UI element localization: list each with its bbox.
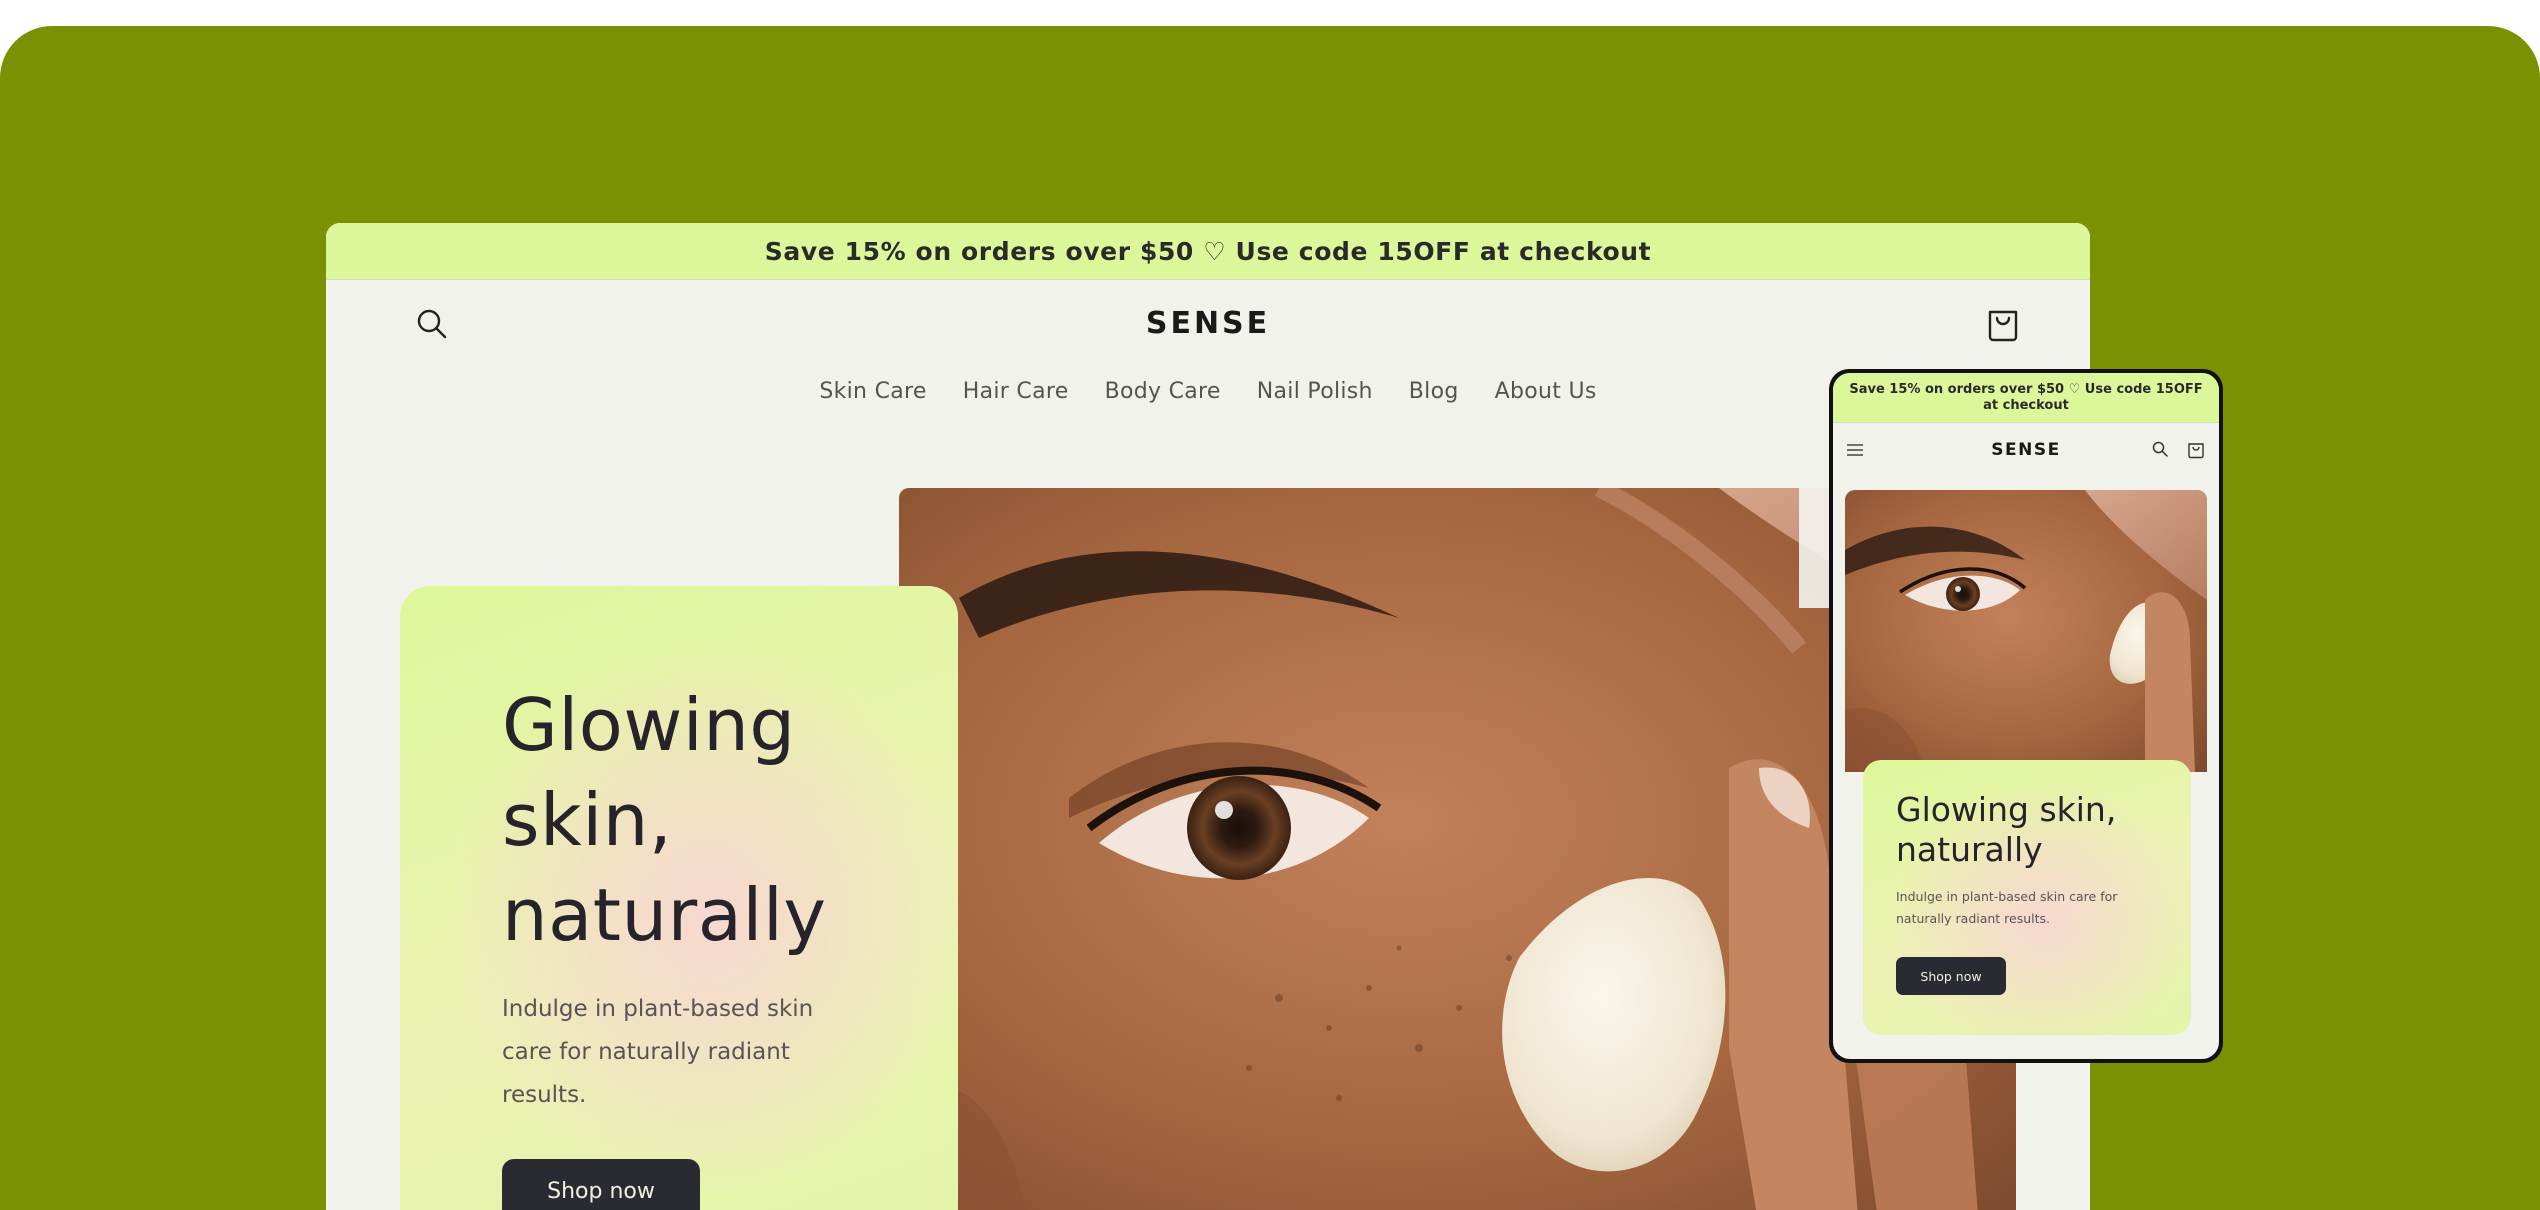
main-nav: Skin Care Hair Care Body Care Nail Polis… xyxy=(326,379,2090,404)
mobile-screen: Save 15% on orders over $50 ♡ Use code 1… xyxy=(1833,373,2219,1059)
nav-item-hair-care[interactable]: Hair Care xyxy=(963,379,1069,404)
cart-icon[interactable] xyxy=(2187,439,2205,459)
mobile-storefront: Save 15% on orders over $50 ♡ Use code 1… xyxy=(1829,369,2223,1063)
shop-now-button[interactable]: Shop now xyxy=(502,1159,700,1210)
announcement-bar[interactable]: Save 15% on orders over $50 ♡ Use code 1… xyxy=(326,223,2090,280)
nav-item-nail-polish[interactable]: Nail Polish xyxy=(1257,379,1373,404)
nav-item-body-care[interactable]: Body Care xyxy=(1105,379,1221,404)
cart-icon[interactable] xyxy=(1985,302,2021,342)
promo-stage: Save 15% on orders over $50 ♡ Use code 1… xyxy=(0,26,2540,1210)
mobile-hero-title: Glowing skin, naturally xyxy=(1896,790,2117,869)
search-icon[interactable] xyxy=(2151,440,2169,458)
mobile-hero-image xyxy=(1845,490,2207,772)
nav-item-skin-care[interactable]: Skin Care xyxy=(819,379,926,404)
mobile-announcement-bar[interactable]: Save 15% on orders over $50 ♡ Use code 1… xyxy=(1833,373,2219,423)
mobile-hero-subtitle: Indulge in plant-based skin care for nat… xyxy=(1896,889,2118,926)
hero-card: Glowing skin, naturally Indulge in plant… xyxy=(400,586,958,1210)
nav-item-blog[interactable]: Blog xyxy=(1409,379,1459,404)
desktop-storefront: Save 15% on orders over $50 ♡ Use code 1… xyxy=(326,223,2090,1210)
hero-title: Glowing skin, naturally xyxy=(502,683,827,957)
nav-item-about-us[interactable]: About Us xyxy=(1495,379,1597,404)
site-logo[interactable]: SENSE xyxy=(326,306,2090,341)
mobile-shop-now-button[interactable]: Shop now xyxy=(1896,957,2006,995)
site-header: SENSE xyxy=(326,280,2090,380)
hero-subtitle: Indulge in plant-based skin care for nat… xyxy=(502,996,814,1108)
mobile-hero-card: Glowing skin, naturally Indulge in plant… xyxy=(1863,760,2191,1035)
